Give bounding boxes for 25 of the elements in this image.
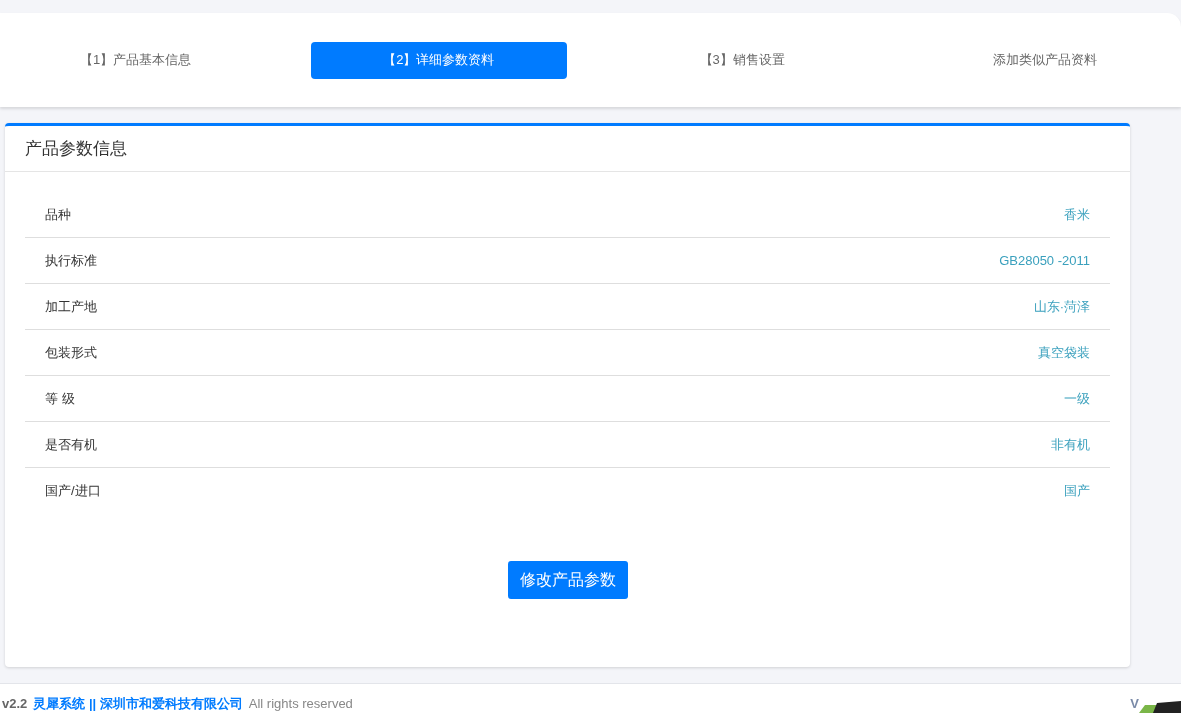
- step-tab[interactable]: 【2】详细参数资料: [311, 41, 567, 79]
- param-value: 一级: [1064, 389, 1090, 408]
- param-value: 非有机: [1051, 435, 1090, 454]
- company-link[interactable]: 灵犀系统 || 深圳市和爱科技有限公司: [33, 693, 243, 713]
- version-text: v2.2: [2, 694, 28, 713]
- step-tab[interactable]: 添加类似产品资料: [917, 41, 1173, 79]
- param-name: 国产/进口: [45, 482, 101, 501]
- edit-params-button[interactable]: 修改产品参数: [507, 561, 628, 599]
- param-name: 品种: [45, 205, 71, 224]
- step-tab[interactable]: 【3】销售设置: [614, 41, 870, 79]
- param-name: 执行标准: [45, 251, 97, 270]
- version-label: V: [1130, 694, 1139, 713]
- param-name: 等 级: [45, 389, 75, 408]
- param-value: 真空袋装: [1038, 343, 1090, 362]
- param-name: 包装形式: [45, 343, 97, 362]
- param-value: 香米: [1064, 205, 1090, 224]
- corner-badge-icon: [1139, 701, 1181, 713]
- param-value: 山东·菏泽: [1033, 297, 1090, 316]
- param-name: 是否有机: [45, 435, 97, 454]
- param-name: 加工产地: [45, 297, 97, 316]
- rights-text: All rights reserved: [248, 694, 353, 713]
- step-tab[interactable]: 【1】产品基本信息: [8, 41, 264, 79]
- card-title: 产品参数信息: [25, 137, 127, 160]
- param-value: 国产: [1064, 482, 1090, 501]
- param-value: GB28050 -2011: [999, 251, 1090, 270]
